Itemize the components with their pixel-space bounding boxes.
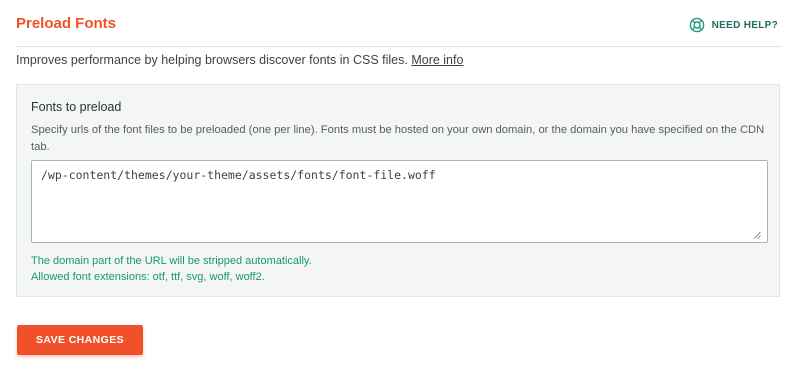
- section-description: Improves performance by helping browsers…: [16, 53, 463, 67]
- fonts-to-preload-panel: Fonts to preload Specify urls of the fon…: [16, 84, 780, 297]
- lifebuoy-icon: [689, 17, 704, 33]
- section-title: Preload Fonts: [16, 15, 117, 32]
- more-info-link[interactable]: More info: [411, 53, 463, 67]
- need-help-link[interactable]: NEED HELP?: [689, 17, 778, 33]
- save-changes-button[interactable]: SAVE CHANGES: [17, 325, 143, 355]
- description-text: Improves performance by helping browsers…: [16, 53, 408, 67]
- fonts-textarea[interactable]: /wp-content/themes/your-theme/assets/fon…: [31, 160, 768, 243]
- section-header: Preload Fonts NEED HELP?: [16, 0, 782, 47]
- note-domain-stripped: The domain part of the URL will be strip…: [31, 255, 312, 267]
- settings-page: Preload Fonts NEED HELP? Improves perfor…: [0, 0, 800, 369]
- field-notes: The domain part of the URL will be strip…: [31, 253, 312, 285]
- need-help-label: NEED HELP?: [711, 19, 778, 31]
- field-label: Fonts to preload: [31, 100, 122, 114]
- note-allowed-extensions: Allowed font extensions: otf, ttf, svg, …: [31, 271, 265, 283]
- field-help-text: Specify urls of the font files to be pre…: [31, 124, 765, 153]
